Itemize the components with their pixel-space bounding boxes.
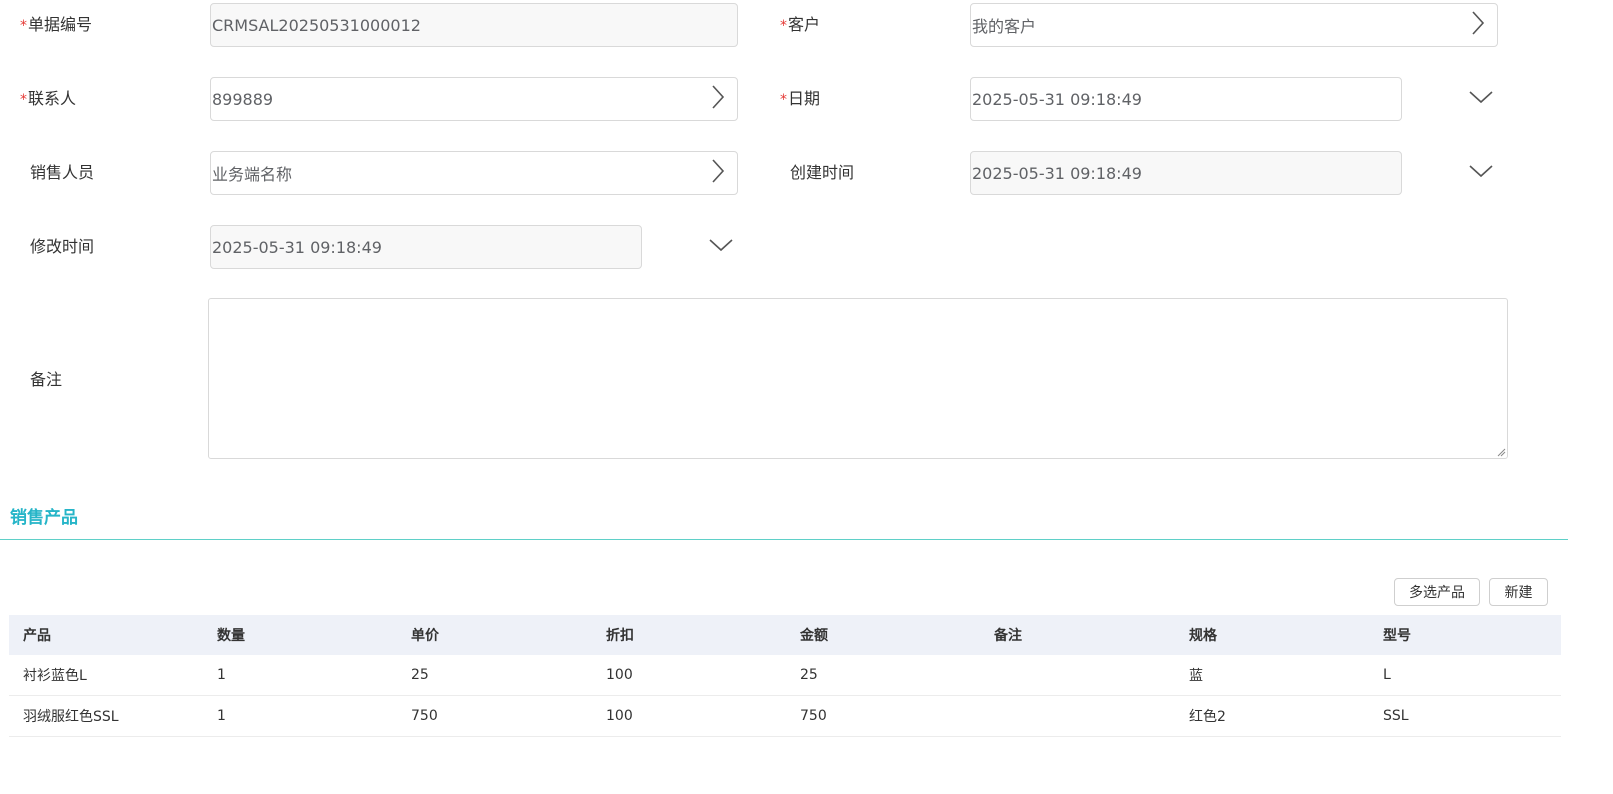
salesperson-picker[interactable]: 业务端名称 — [210, 151, 738, 195]
new-product-button[interactable]: 新建 — [1489, 578, 1548, 606]
customer-picker[interactable]: 我的客户 — [970, 3, 1498, 47]
modified-time-field[interactable]: 2025-05-31 09:18:49 — [210, 225, 642, 269]
chevron-down-icon[interactable] — [1468, 163, 1494, 179]
cell-model: SSL — [1369, 695, 1561, 737]
required-mark: * — [780, 92, 787, 108]
column-header-product[interactable]: 产品 — [9, 615, 203, 655]
resize-handle-icon[interactable] — [1496, 447, 1506, 457]
modified-time-label: 修改时间 — [30, 237, 95, 256]
column-header-spec[interactable]: 规格 — [1175, 615, 1369, 655]
column-header-remark[interactable]: 备注 — [980, 615, 1175, 655]
required-mark: * — [20, 92, 27, 108]
cell-amount: 25 — [786, 655, 980, 696]
contact-label: *联系人 — [20, 89, 77, 108]
chevron-right-icon[interactable] — [1470, 10, 1486, 36]
column-header-amount[interactable]: 金额 — [786, 615, 980, 655]
cell-quantity: 1 — [203, 655, 397, 696]
salesperson-label: 销售人员 — [30, 163, 95, 182]
section-divider — [0, 539, 1568, 540]
cell-spec: 红色2 — [1175, 695, 1369, 737]
section-title-products: 销售产品 — [10, 508, 78, 528]
column-header-model[interactable]: 型号 — [1369, 615, 1561, 655]
customer-label: *客户 — [780, 15, 821, 34]
chevron-down-icon[interactable] — [1468, 89, 1494, 105]
created-time-field[interactable]: 2025-05-31 09:18:49 — [970, 151, 1402, 195]
order-no-label: *单据编号 — [20, 15, 93, 34]
column-header-discount[interactable]: 折扣 — [592, 615, 786, 655]
cell-discount: 100 — [592, 695, 786, 737]
cell-remark — [980, 695, 1175, 737]
order-no-field[interactable]: CRMSAL20250531000012 — [210, 3, 738, 47]
contact-picker[interactable]: 899889 — [210, 77, 738, 121]
cell-unit-price: 750 — [397, 695, 592, 737]
multi-select-products-button[interactable]: 多选产品 — [1394, 578, 1480, 606]
cell-remark — [980, 655, 1175, 696]
required-mark: * — [20, 18, 27, 34]
chevron-right-icon[interactable] — [710, 84, 726, 110]
column-header-unit-price[interactable]: 单价 — [397, 615, 592, 655]
table-header-row: 产品 数量 单价 折扣 金额 备注 规格 型号 — [9, 615, 1561, 655]
remark-label: 备注 — [30, 370, 63, 389]
required-mark: * — [780, 18, 787, 34]
date-label: *日期 — [780, 89, 821, 108]
cell-amount: 750 — [786, 695, 980, 737]
column-header-quantity[interactable]: 数量 — [203, 615, 397, 655]
cell-discount: 100 — [592, 655, 786, 696]
cell-model: L — [1369, 655, 1561, 696]
cell-spec: 蓝 — [1175, 655, 1369, 696]
cell-product: 衬衫蓝色L — [9, 655, 203, 696]
cell-quantity: 1 — [203, 695, 397, 737]
remark-textarea[interactable] — [208, 298, 1508, 459]
created-time-label: 创建时间 — [790, 163, 855, 182]
chevron-right-icon[interactable] — [710, 158, 726, 184]
table-row[interactable]: 衬衫蓝色L 1 25 100 25 蓝 L — [9, 655, 1561, 696]
products-table: 产品 数量 单价 折扣 金额 备注 规格 型号 衬衫蓝色L 1 25 100 2… — [9, 615, 1561, 737]
date-field[interactable]: 2025-05-31 09:18:49 — [970, 77, 1402, 121]
cell-product: 羽绒服红色SSL — [9, 695, 203, 737]
chevron-down-icon[interactable] — [708, 237, 734, 253]
cell-unit-price: 25 — [397, 655, 592, 696]
table-row[interactable]: 羽绒服红色SSL 1 750 100 750 红色2 SSL — [9, 695, 1561, 737]
